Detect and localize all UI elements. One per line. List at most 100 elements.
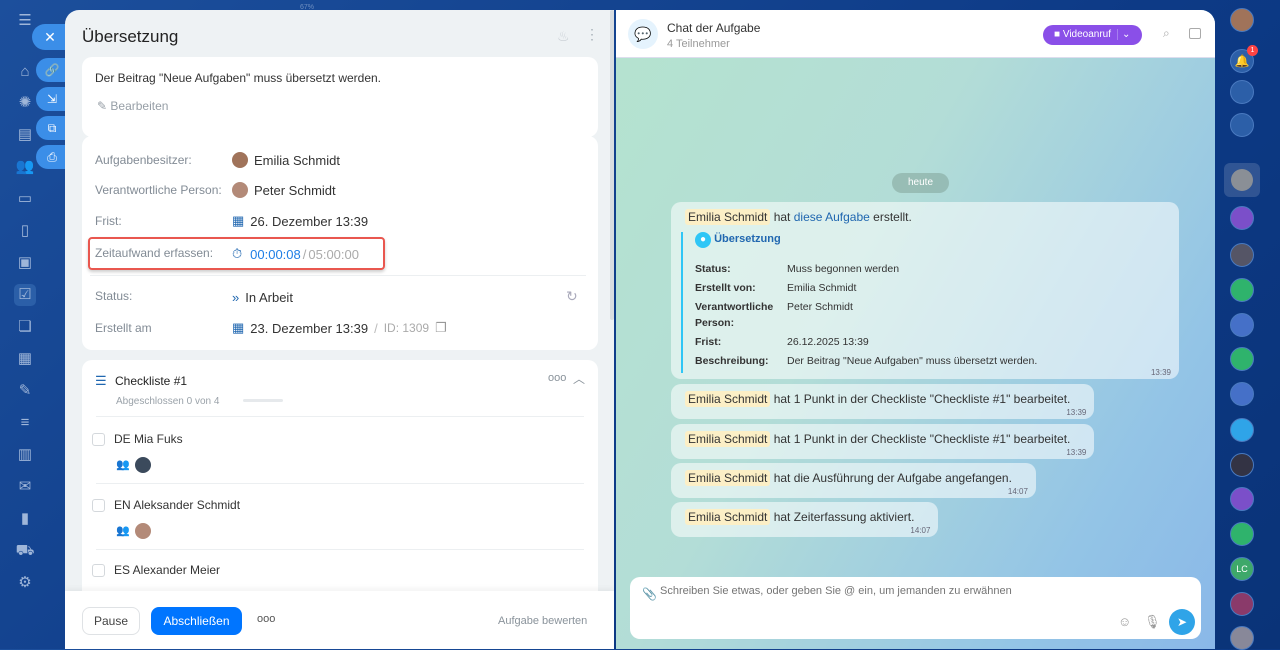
checklist-progress-text: Abgeschlossen 0 von 4 — [116, 396, 220, 407]
task-card-row: Verantwortliche Person: Peter Schmidt — [695, 301, 853, 329]
document-icon[interactable]: ▤ — [14, 124, 36, 146]
recent-chat[interactable] — [1230, 382, 1254, 406]
card-icon[interactable]: ▭ — [14, 188, 36, 210]
recent-chat[interactable] — [1230, 418, 1254, 442]
recent-chat[interactable] — [1230, 243, 1254, 267]
rate-task-link[interactable]: Aufgabe bewerten — [498, 615, 587, 627]
copilot-icon[interactable] — [1230, 80, 1254, 104]
chat-icon[interactable]: ❏ — [14, 316, 36, 338]
emoji-icon[interactable]: ☺ — [1118, 614, 1131, 629]
participants-icon: 👥 — [116, 525, 130, 537]
chevron-down-icon[interactable]: ⌄ — [1117, 29, 1131, 40]
participants-count[interactable]: 4 Teilnehmer — [667, 38, 730, 50]
home-icon[interactable]: ⌂ — [14, 61, 36, 83]
task-card-row: Status: Muss begonnen werden — [695, 263, 900, 275]
feed-icon[interactable]: ✺ — [14, 92, 36, 114]
recent-chat-initials[interactable]: LC — [1230, 557, 1254, 581]
settings-icon[interactable]: ⚙ — [14, 572, 36, 594]
task-description: Der Beitrag "Neue Aufgaben" muss überset… — [95, 71, 382, 85]
status-history-icon[interactable]: ↻ — [566, 288, 578, 305]
analytics-icon[interactable]: ▮ — [14, 508, 36, 530]
responsible-value[interactable]: Peter Schmidt — [232, 182, 336, 198]
page-title: Übersetzung — [82, 27, 179, 46]
avatar[interactable] — [135, 523, 151, 539]
cart-icon[interactable]: ⛟ — [14, 540, 36, 562]
search-icon[interactable]: ⌕ — [1163, 26, 1170, 41]
notifications-icon[interactable]: 🔔 1 — [1230, 45, 1258, 73]
checkbox[interactable] — [92, 499, 105, 512]
menu-icon[interactable]: ☰ — [14, 10, 36, 32]
close-button[interactable]: ✕ — [32, 24, 68, 50]
sidebar-toggle-icon[interactable] — [1189, 28, 1201, 39]
recent-chat[interactable] — [1230, 453, 1254, 477]
owner-value[interactable]: Emilia Schmidt — [232, 152, 340, 168]
chat-icon: 💬 — [628, 19, 658, 49]
more-actions-icon[interactable]: ooo — [257, 613, 275, 625]
chat-message: Emilia Schmidt hat Zeiterfassung aktivie… — [671, 502, 939, 537]
tasks-icon[interactable]: ☑ — [14, 284, 36, 306]
video-call-button[interactable]: ■ Videoanruf ⌄ — [1043, 25, 1142, 45]
status-label: Status: — [95, 289, 133, 303]
contacts-icon[interactable]: 👥 — [14, 156, 36, 178]
recent-chat[interactable] — [1230, 206, 1254, 230]
task-id: ID: 1309 — [383, 321, 430, 335]
task-card-row: Beschreibung: Der Beitrag "Neue Aufgaben"… — [695, 355, 1038, 368]
download-button[interactable]: ⇲ — [36, 87, 68, 111]
open-new-window-button[interactable]: ⧉ — [36, 116, 68, 140]
flame-icon[interactable]: ♨ — [557, 28, 570, 45]
copy-icon[interactable]: ❐ — [435, 320, 447, 336]
attach-icon[interactable]: 📎 — [642, 587, 657, 601]
chat-search-icon[interactable] — [1230, 113, 1254, 137]
task-link[interactable]: diese Aufgabe — [794, 210, 870, 224]
microphone-icon[interactable]: 🎙 — [1144, 614, 1161, 630]
avatar — [232, 182, 248, 198]
message-input[interactable] — [660, 585, 1160, 597]
time-tracking-value[interactable]: ⏱ 00:00:08/05:00:00 — [232, 246, 359, 262]
filter-icon[interactable]: ≡ — [14, 412, 36, 434]
divider — [96, 416, 584, 417]
sign-icon[interactable]: ✎ — [14, 380, 36, 402]
created-label: Erstellt am — [95, 321, 152, 335]
copy-link-button[interactable]: 🔗 — [36, 58, 68, 82]
notification-badge: 1 — [1247, 45, 1258, 56]
recent-chat[interactable] — [1230, 313, 1254, 337]
avatar — [232, 152, 248, 168]
task-card-row: Erstellt von: Emilia Schmidt — [695, 282, 857, 295]
avatar[interactable] — [135, 457, 151, 473]
checkbox[interactable] — [92, 433, 105, 446]
edit-button[interactable]: ✎ Bearbeiten — [97, 99, 168, 113]
message-composer: 📎 ☺ 🎙 ➤ — [630, 577, 1201, 639]
deadline-value[interactable]: ▦ 26. Dezember 13:39 — [232, 213, 368, 229]
task-created-message: Emilia Schmidt hat diese Aufgabe erstell… — [671, 202, 1179, 379]
calendar-icon[interactable]: ▦ — [14, 348, 36, 370]
task-panel: Übersetzung ♨ ⋮ Der Beitrag "Neue Aufgab… — [65, 10, 614, 649]
store-icon[interactable]: ▥ — [14, 444, 36, 466]
scrollbar[interactable] — [610, 10, 614, 320]
print-button[interactable]: ⎙ — [36, 145, 68, 169]
recent-chat[interactable] — [1230, 522, 1254, 546]
play-forward-icon: » — [232, 290, 240, 305]
recent-chat[interactable] — [1230, 626, 1254, 650]
stopwatch-icon: ⏱ — [232, 246, 243, 261]
checkbox[interactable] — [92, 564, 105, 577]
recent-chat[interactable] — [1230, 278, 1254, 302]
recent-chat[interactable] — [1230, 487, 1254, 511]
deadline-label: Frist: — [95, 214, 122, 228]
user-avatar[interactable] — [1230, 8, 1254, 32]
right-sidebar: 🔔 1 LC — [1218, 0, 1280, 650]
file-icon[interactable]: ▯ — [14, 220, 36, 242]
collapse-icon[interactable]: ︿ — [573, 370, 585, 387]
more-vertical-icon[interactable]: ⋮ — [585, 26, 599, 43]
checklist-card: ☰ Checkliste #1 ooo ︿ Abgeschlossen 0 vo… — [82, 360, 598, 620]
recent-chat[interactable] — [1230, 347, 1254, 371]
send-button[interactable]: ➤ — [1169, 609, 1195, 635]
pencil-icon: ✎ — [97, 99, 111, 113]
pause-button[interactable]: Pause — [82, 607, 140, 635]
presentation-icon[interactable]: ▣ — [14, 252, 36, 274]
recent-chat-avatar[interactable] — [1224, 163, 1260, 197]
checklist-more-icon[interactable]: ooo — [548, 372, 566, 384]
mail-icon[interactable]: ✉ — [14, 476, 36, 498]
complete-button[interactable]: Abschließen — [151, 607, 242, 635]
task-card-row: Frist: 26.12.2025 13:39 — [695, 335, 869, 348]
recent-chat[interactable] — [1230, 592, 1254, 616]
